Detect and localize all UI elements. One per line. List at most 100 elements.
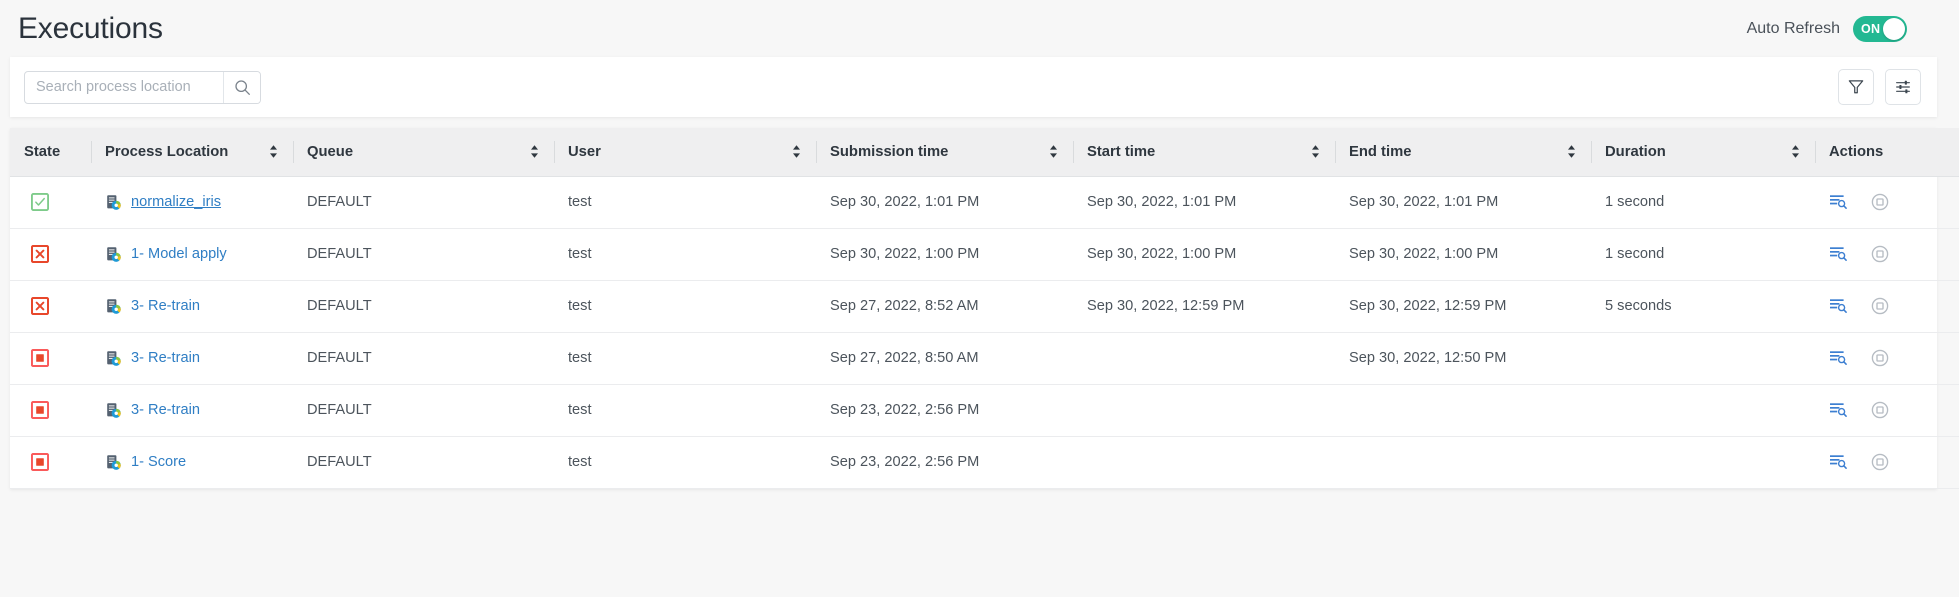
cell-duration: 1 second — [1591, 176, 1815, 228]
cell-queue: DEFAULT — [293, 384, 554, 436]
auto-refresh-control: Auto Refresh ON — [1747, 16, 1935, 42]
cell-duration: 1 second — [1591, 228, 1815, 280]
x-square-icon — [31, 245, 49, 263]
table-header-row: State Process Location QueueUserSubmission… — [10, 128, 1959, 176]
cell-submission-time: Sep 27, 2022, 8:52 AM — [816, 280, 1073, 332]
stop-execution-button[interactable] — [1871, 401, 1889, 419]
column-header-submitted[interactable]: Submission time — [816, 128, 1073, 176]
stop-square-icon — [31, 453, 49, 471]
column-header-queue[interactable]: Queue — [293, 128, 554, 176]
view-log-icon — [1829, 350, 1847, 366]
cell-state — [10, 384, 91, 436]
filter-button[interactable] — [1838, 69, 1874, 105]
view-log-button[interactable] — [1829, 454, 1847, 470]
table-row[interactable]: 3- Re-trainDEFAULTtestSep 27, 2022, 8:50… — [10, 332, 1959, 384]
process-location-link[interactable]: 1- Score — [131, 454, 186, 470]
stop-execution-button[interactable] — [1871, 349, 1889, 367]
view-log-button[interactable] — [1829, 402, 1847, 418]
cell-queue: DEFAULT — [293, 280, 554, 332]
sort-arrows-icon — [1048, 144, 1059, 159]
column-header-label: State — [24, 144, 60, 160]
stop-execution-icon — [1871, 297, 1889, 315]
view-log-button[interactable] — [1829, 194, 1847, 210]
column-header-duration[interactable]: Duration — [1591, 128, 1815, 176]
executions-table-card: State Process Location QueueUserSubmission… — [10, 128, 1937, 489]
process-document-icon — [105, 246, 122, 263]
table-row[interactable]: 3- Re-trainDEFAULTtestSep 23, 2022, 2:56… — [10, 384, 1959, 436]
process-location-link[interactable]: 1- Model apply — [131, 246, 227, 262]
stop-execution-button[interactable] — [1871, 193, 1889, 211]
view-log-icon — [1829, 298, 1847, 314]
column-header-started[interactable]: Start time — [1073, 128, 1335, 176]
stop-execution-icon — [1871, 401, 1889, 419]
cell-actions — [1815, 332, 1959, 384]
cell-submission-time: Sep 30, 2022, 1:00 PM — [816, 228, 1073, 280]
process-document-icon — [105, 350, 122, 367]
stop-execution-icon — [1871, 349, 1889, 367]
auto-refresh-toggle[interactable]: ON — [1853, 16, 1907, 42]
stop-execution-icon — [1871, 193, 1889, 211]
page-header: Executions Auto Refresh ON — [0, 0, 1959, 57]
column-header-label: Actions — [1829, 144, 1883, 160]
stop-execution-button[interactable] — [1871, 245, 1889, 263]
view-log-button[interactable] — [1829, 350, 1847, 366]
column-header-label: End time — [1349, 144, 1411, 160]
auto-refresh-toggle-state: ON — [1861, 22, 1880, 36]
process-location-link[interactable]: normalize_iris — [131, 194, 221, 210]
view-log-button[interactable] — [1829, 246, 1847, 262]
view-log-button[interactable] — [1829, 298, 1847, 314]
cell-submission-time: Sep 23, 2022, 2:56 PM — [816, 384, 1073, 436]
process-location-link[interactable]: 3- Re-train — [131, 350, 200, 366]
cell-start-time — [1073, 436, 1335, 488]
view-log-icon — [1829, 454, 1847, 470]
cell-duration — [1591, 436, 1815, 488]
cell-start-time — [1073, 384, 1335, 436]
page-title: Executions — [10, 14, 163, 44]
cell-state — [10, 332, 91, 384]
auto-refresh-label: Auto Refresh — [1747, 20, 1840, 38]
cell-start-time: Sep 30, 2022, 12:59 PM — [1073, 280, 1335, 332]
stop-execution-icon — [1871, 453, 1889, 471]
cell-end-time — [1335, 436, 1591, 488]
sort-arrows-icon — [268, 144, 279, 159]
stop-execution-button[interactable] — [1871, 297, 1889, 315]
column-header-user[interactable]: User — [554, 128, 816, 176]
cell-state — [10, 176, 91, 228]
table-row[interactable]: 1- ScoreDEFAULTtestSep 23, 2022, 2:56 PM — [10, 436, 1959, 488]
cell-actions — [1815, 228, 1959, 280]
x-square-icon — [31, 297, 49, 315]
stop-execution-button[interactable] — [1871, 453, 1889, 471]
toggle-knob-icon — [1883, 18, 1905, 40]
cell-end-time — [1335, 384, 1591, 436]
cell-end-time: Sep 30, 2022, 1:00 PM — [1335, 228, 1591, 280]
search-input[interactable] — [25, 72, 223, 103]
funnel-filter-icon — [1847, 78, 1865, 96]
cell-user: test — [554, 280, 816, 332]
column-header-label: Duration — [1605, 144, 1666, 160]
process-document-icon — [105, 194, 122, 211]
column-header-label: Process Location — [105, 144, 228, 160]
cell-process-location: 3- Re-train — [91, 384, 293, 436]
view-log-icon — [1829, 402, 1847, 418]
cell-state — [10, 436, 91, 488]
process-location-link[interactable]: 3- Re-train — [131, 298, 200, 314]
cell-duration — [1591, 384, 1815, 436]
column-header-ended[interactable]: End time — [1335, 128, 1591, 176]
column-header-process[interactable]: Process Location — [91, 128, 293, 176]
cell-actions — [1815, 280, 1959, 332]
table-body: normalize_irisDEFAULTtestSep 30, 2022, 1… — [10, 176, 1959, 488]
cell-actions — [1815, 384, 1959, 436]
search-button[interactable] — [223, 72, 260, 103]
table-row[interactable]: 3- Re-train DEFAULTtestSep 27, 2022, 8:52… — [10, 280, 1959, 332]
sort-arrows-icon — [1566, 144, 1577, 159]
cell-user: test — [554, 176, 816, 228]
cell-submission-time: Sep 30, 2022, 1:01 PM — [816, 176, 1073, 228]
sort-arrows-icon — [791, 144, 802, 159]
table-row[interactable]: normalize_irisDEFAULTtestSep 30, 2022, 1… — [10, 176, 1959, 228]
cell-user: test — [554, 332, 816, 384]
process-location-link[interactable]: 3- Re-train — [131, 402, 200, 418]
column-settings-button[interactable] — [1885, 69, 1921, 105]
cell-end-time: Sep 30, 2022, 1:01 PM — [1335, 176, 1591, 228]
executions-table: State Process Location QueueUserSubmission… — [10, 128, 1959, 489]
table-row[interactable]: 1- Model applyDEFAULTtestSep 30, 2022, 1… — [10, 228, 1959, 280]
